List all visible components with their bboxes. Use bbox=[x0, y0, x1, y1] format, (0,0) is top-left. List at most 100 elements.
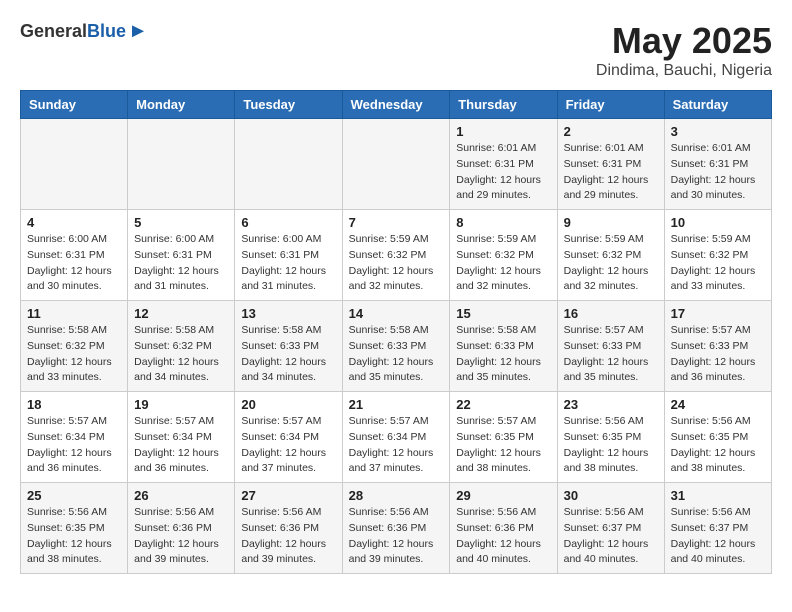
day-number: 4 bbox=[27, 215, 121, 230]
day-number: 6 bbox=[241, 215, 335, 230]
calendar-cell: 9Sunrise: 5:59 AM Sunset: 6:32 PM Daylig… bbox=[557, 210, 664, 301]
day-number: 14 bbox=[349, 306, 444, 321]
day-number: 7 bbox=[349, 215, 444, 230]
calendar-cell: 27 Sunrise: 5:56 AM Sunset: 6:36 PM Dayli… bbox=[235, 483, 342, 574]
day-number: 17 bbox=[671, 306, 765, 321]
calendar-cell: 2Sunrise: 6:01 AM Sunset: 6:31 PM Daylig… bbox=[557, 119, 664, 210]
week-row-3: 11 Sunrise: 5:58 AM Sunset: 6:32 PM Dayli… bbox=[21, 301, 772, 392]
day-number: 16 bbox=[564, 306, 658, 321]
header-thursday: Thursday bbox=[450, 91, 557, 119]
day-info: Sunrise: 5:58 AM Sunset: 6:32 PM Dayligh… bbox=[134, 323, 228, 386]
header-wednesday: Wednesday bbox=[342, 91, 450, 119]
day-number: 12 bbox=[134, 306, 228, 321]
calendar-cell: 14 Sunrise: 5:58 AM Sunset: 6:33 PM Dayli… bbox=[342, 301, 450, 392]
day-number: 30 bbox=[564, 488, 658, 503]
day-info: Sunrise: 5:57 AM Sunset: 6:34 PM Dayligh… bbox=[241, 414, 335, 477]
calendar-cell: 25 Sunrise: 5:56 AM Sunset: 6:35 PM Dayli… bbox=[21, 483, 128, 574]
header-friday: Friday bbox=[557, 91, 664, 119]
calendar-cell: 15Sunrise: 5:58 AM Sunset: 6:33 PM Dayli… bbox=[450, 301, 557, 392]
day-number: 24 bbox=[671, 397, 765, 412]
day-number: 20 bbox=[241, 397, 335, 412]
day-info: Sunrise: 5:59 AM Sunset: 6:32 PM Dayligh… bbox=[564, 232, 658, 295]
day-number: 18 bbox=[27, 397, 121, 412]
day-info: Sunrise: 6:00 AM Sunset: 6:31 PM Dayligh… bbox=[134, 232, 228, 295]
day-number: 27 bbox=[241, 488, 335, 503]
calendar-cell: 29Sunrise: 5:56 AM Sunset: 6:36 PM Dayli… bbox=[450, 483, 557, 574]
week-row-1: 1 Sunrise: 6:01 AM Sunset: 6:31 PM Daylig… bbox=[21, 119, 772, 210]
day-number: 26 bbox=[134, 488, 228, 503]
day-info: Sunrise: 6:01 AM Sunset: 6:31 PM Dayligh… bbox=[564, 141, 658, 204]
day-info: Sunrise: 5:57 AM Sunset: 6:34 PM Dayligh… bbox=[349, 414, 444, 477]
calendar-cell: 5 Sunrise: 6:00 AM Sunset: 6:31 PM Daylig… bbox=[128, 210, 235, 301]
day-number: 25 bbox=[27, 488, 121, 503]
day-info: Sunrise: 6:01 AM Sunset: 6:31 PM Dayligh… bbox=[671, 141, 765, 204]
day-number: 19 bbox=[134, 397, 228, 412]
day-number: 31 bbox=[671, 488, 765, 503]
week-row-5: 25 Sunrise: 5:56 AM Sunset: 6:35 PM Dayli… bbox=[21, 483, 772, 574]
calendar-cell: 17 Sunrise: 5:57 AM Sunset: 6:33 PM Dayli… bbox=[664, 301, 771, 392]
header-sunday: Sunday bbox=[21, 91, 128, 119]
day-info: Sunrise: 5:56 AM Sunset: 6:35 PM Dayligh… bbox=[671, 414, 765, 477]
day-info: Sunrise: 5:56 AM Sunset: 6:36 PM Dayligh… bbox=[456, 505, 550, 568]
calendar-cell: 6 Sunrise: 6:00 AM Sunset: 6:31 PM Daylig… bbox=[235, 210, 342, 301]
calendar-cell: 28 Sunrise: 5:56 AM Sunset: 6:36 PM Dayli… bbox=[342, 483, 450, 574]
day-number: 13 bbox=[241, 306, 335, 321]
logo-blue-text: Blue bbox=[87, 21, 126, 42]
day-number: 8 bbox=[456, 215, 550, 230]
calendar-cell: 31Sunrise: 5:56 AM Sunset: 6:37 PM Dayli… bbox=[664, 483, 771, 574]
day-info: Sunrise: 5:57 AM Sunset: 6:34 PM Dayligh… bbox=[134, 414, 228, 477]
day-info: Sunrise: 5:56 AM Sunset: 6:36 PM Dayligh… bbox=[134, 505, 228, 568]
calendar-cell: 20 Sunrise: 5:57 AM Sunset: 6:34 PM Dayli… bbox=[235, 392, 342, 483]
title-section: May 2025 Dindima, Bauchi, Nigeria bbox=[596, 20, 772, 80]
day-info: Sunrise: 5:57 AM Sunset: 6:33 PM Dayligh… bbox=[671, 323, 765, 386]
day-number: 15 bbox=[456, 306, 550, 321]
day-info: Sunrise: 5:59 AM Sunset: 6:32 PM Dayligh… bbox=[671, 232, 765, 295]
day-info: Sunrise: 6:01 AM Sunset: 6:31 PM Dayligh… bbox=[456, 141, 550, 204]
day-info: Sunrise: 5:56 AM Sunset: 6:36 PM Dayligh… bbox=[349, 505, 444, 568]
calendar-cell: 10 Sunrise: 5:59 AM Sunset: 6:32 PM Dayli… bbox=[664, 210, 771, 301]
month-title: May 2025 bbox=[596, 20, 772, 62]
header-monday: Monday bbox=[128, 91, 235, 119]
day-number: 28 bbox=[349, 488, 444, 503]
day-info: Sunrise: 5:59 AM Sunset: 6:32 PM Dayligh… bbox=[456, 232, 550, 295]
week-row-4: 18 Sunrise: 5:57 AM Sunset: 6:34 PM Dayli… bbox=[21, 392, 772, 483]
calendar-cell: 23Sunrise: 5:56 AM Sunset: 6:35 PM Dayli… bbox=[557, 392, 664, 483]
day-info: Sunrise: 5:57 AM Sunset: 6:35 PM Dayligh… bbox=[456, 414, 550, 477]
day-info: Sunrise: 5:59 AM Sunset: 6:32 PM Dayligh… bbox=[349, 232, 444, 295]
calendar-cell: 16 Sunrise: 5:57 AM Sunset: 6:33 PM Dayli… bbox=[557, 301, 664, 392]
day-number: 1 bbox=[456, 124, 550, 139]
calendar-cell: 4 Sunrise: 6:00 AM Sunset: 6:31 PM Daylig… bbox=[21, 210, 128, 301]
calendar-cell: 3 Sunrise: 6:01 AM Sunset: 6:31 PM Daylig… bbox=[664, 119, 771, 210]
logo-general-text: General bbox=[20, 21, 87, 42]
calendar-cell bbox=[128, 119, 235, 210]
calendar-cell: 19 Sunrise: 5:57 AM Sunset: 6:34 PM Dayli… bbox=[128, 392, 235, 483]
day-number: 22 bbox=[456, 397, 550, 412]
calendar-cell: 18Sunrise: 5:57 AM Sunset: 6:34 PM Dayli… bbox=[21, 392, 128, 483]
day-info: Sunrise: 5:57 AM Sunset: 6:33 PM Dayligh… bbox=[564, 323, 658, 386]
calendar-cell: 13 Sunrise: 5:58 AM Sunset: 6:33 PM Dayli… bbox=[235, 301, 342, 392]
day-number: 5 bbox=[134, 215, 228, 230]
day-info: Sunrise: 5:58 AM Sunset: 6:33 PM Dayligh… bbox=[349, 323, 444, 386]
day-info: Sunrise: 5:58 AM Sunset: 6:33 PM Dayligh… bbox=[241, 323, 335, 386]
day-number: 10 bbox=[671, 215, 765, 230]
day-info: Sunrise: 6:00 AM Sunset: 6:31 PM Dayligh… bbox=[27, 232, 121, 295]
day-info: Sunrise: 5:56 AM Sunset: 6:37 PM Dayligh… bbox=[564, 505, 658, 568]
calendar-cell: 22 Sunrise: 5:57 AM Sunset: 6:35 PM Dayli… bbox=[450, 392, 557, 483]
day-info: Sunrise: 5:56 AM Sunset: 6:35 PM Dayligh… bbox=[564, 414, 658, 477]
day-info: Sunrise: 5:56 AM Sunset: 6:35 PM Dayligh… bbox=[27, 505, 121, 568]
day-info: Sunrise: 5:56 AM Sunset: 6:36 PM Dayligh… bbox=[241, 505, 335, 568]
calendar-cell: 21 Sunrise: 5:57 AM Sunset: 6:34 PM Dayli… bbox=[342, 392, 450, 483]
day-number: 21 bbox=[349, 397, 444, 412]
calendar-cell bbox=[235, 119, 342, 210]
header-tuesday: Tuesday bbox=[235, 91, 342, 119]
calendar-cell: 12 Sunrise: 5:58 AM Sunset: 6:32 PM Dayli… bbox=[128, 301, 235, 392]
day-number: 3 bbox=[671, 124, 765, 139]
logo-arrow-icon: ► bbox=[128, 20, 148, 43]
calendar-cell: 8 Sunrise: 5:59 AM Sunset: 6:32 PM Daylig… bbox=[450, 210, 557, 301]
day-number: 11 bbox=[27, 306, 121, 321]
calendar-cell: 1 Sunrise: 6:01 AM Sunset: 6:31 PM Daylig… bbox=[450, 119, 557, 210]
day-info: Sunrise: 6:00 AM Sunset: 6:31 PM Dayligh… bbox=[241, 232, 335, 295]
calendar-cell: 26 Sunrise: 5:56 AM Sunset: 6:36 PM Dayli… bbox=[128, 483, 235, 574]
calendar-cell: 7 Sunrise: 5:59 AM Sunset: 6:32 PM Daylig… bbox=[342, 210, 450, 301]
day-info: Sunrise: 5:58 AM Sunset: 6:32 PM Dayligh… bbox=[27, 323, 121, 386]
